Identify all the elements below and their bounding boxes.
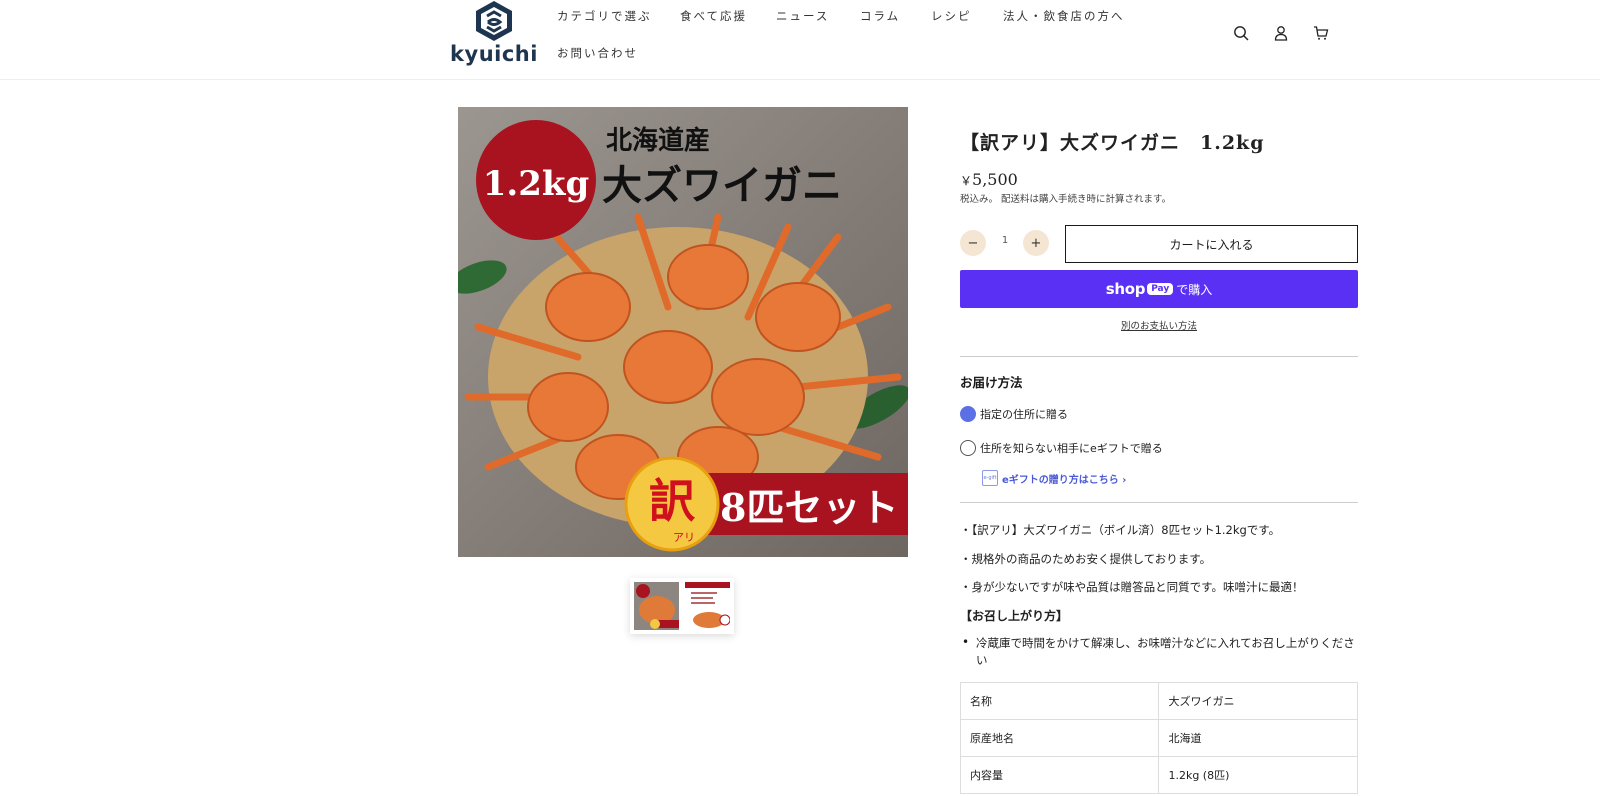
delivery-option-label: 住所を知らない相手にeギフトで贈る [980, 442, 1163, 455]
tax-note: 税込み。 配送料は購入手続き時に計算されます。 [960, 194, 1172, 205]
spec-value: 大ズワイガニ [1158, 682, 1358, 720]
spec-table: 名称 大ズワイガニ 原産地名 北海道 内容量 1.2kg (8匹) [959, 682, 1358, 794]
headline-text: 大ズワイガニ [602, 162, 842, 209]
header-actions [1230, 22, 1332, 44]
quantity-decrease-button[interactable]: − [960, 230, 986, 256]
product-price: ￥5,500 [960, 170, 1018, 189]
serving-text: 冷蔵庫で時間をかけて解凍し、お味噌汁などに入れてお召し上がりください [976, 636, 1355, 667]
search-icon[interactable] [1230, 22, 1252, 44]
account-icon[interactable] [1270, 22, 1292, 44]
quantity-increase-button[interactable]: + [1023, 230, 1049, 256]
shoppay-buy-text: で購入 [1176, 282, 1213, 297]
spec-label: 名称 [959, 682, 1160, 720]
description-line: ・身が少ないですが味や品質は贈答品と同質です。味噌汁に最適！ [960, 580, 1304, 594]
wake-char-text: 訳 [649, 474, 696, 528]
spec-value: 北海道 [1158, 719, 1358, 757]
weight-badge-text: 1.2kg [483, 164, 589, 204]
thumbnail-1[interactable] [634, 582, 679, 630]
cart-icon[interactable] [1310, 22, 1332, 44]
price-value: 5,500 [972, 170, 1018, 189]
radio-unchecked[interactable] [960, 440, 976, 456]
table-row: 原産地名 北海道 [959, 719, 1358, 757]
shoppay-button[interactable]: shop Pay で購入 [960, 270, 1358, 308]
divider [960, 502, 1358, 503]
delivery-title: お届け方法 [960, 375, 1023, 390]
divider [960, 356, 1358, 357]
nav-recipe[interactable]: レシピ [931, 8, 972, 24]
egift-icon: e-gift [982, 470, 998, 486]
nav-column[interactable]: コラム [860, 8, 900, 24]
table-row: 名称 大ズワイガニ [959, 682, 1358, 720]
egift-link-text: eギフトの贈り方はこちら › [1002, 474, 1127, 486]
other-payment-link[interactable]: 別のお支払い方法 [960, 318, 1358, 332]
nav-contact[interactable]: お問い合わせ [557, 45, 638, 61]
thumbnail-strip [630, 578, 734, 634]
radio-checked[interactable] [960, 406, 976, 422]
nav-business[interactable]: 法人・飲食店の方へ [1003, 8, 1125, 24]
bullet-icon: • [962, 635, 970, 649]
spec-label: 原産地名 [959, 719, 1160, 757]
nav-category[interactable]: カテゴリで選ぶ [557, 8, 652, 24]
currency-symbol: ￥ [960, 174, 973, 188]
delivery-option-egift[interactable]: 住所を知らない相手にeギフトで贈る [960, 440, 1163, 456]
delivery-option-label: 指定の住所に贈る [980, 408, 1068, 421]
thumbnail-2[interactable] [685, 582, 730, 630]
add-to-cart-button[interactable]: カートに入れる [1065, 225, 1358, 263]
description-line: ・規格外の商品のためお安く提供しております。 [960, 552, 1212, 566]
product-main-image[interactable]: 1.2kg 北海道産 大ズワイガニ 訳 アリ 8匹セット [458, 107, 908, 557]
table-row: 内容量 1.2kg (8匹) [959, 756, 1358, 794]
crab-photo: 1.2kg 北海道産 大ズワイガニ 訳 アリ 8匹セット [458, 107, 908, 557]
site-header: kyuichi カテゴリで選ぶ 食べて応援 ニュース コラム レシピ 法人・飲食… [0, 0, 1600, 80]
product-title: 【訳アリ】大ズワイガニ 1.2kg [960, 132, 1265, 154]
egift-guide-link[interactable]: e-gift eギフトの贈り方はこちら › [982, 470, 1126, 486]
origin-text: 北海道産 [606, 125, 710, 156]
serving-bullet: • 冷蔵庫で時間をかけて解凍し、お味噌汁などに入れてお召し上がりください [960, 635, 1358, 669]
nav-news[interactable]: ニュース [776, 8, 829, 24]
delivery-option-address[interactable]: 指定の住所に贈る [960, 406, 1068, 422]
spec-label: 内容量 [959, 756, 1160, 794]
spec-value: 1.2kg (8匹) [1158, 756, 1358, 794]
shoppay-pay-badge: Pay [1147, 283, 1174, 295]
quantity-input[interactable]: 1 [996, 235, 1014, 246]
logo-text: kyuichi [450, 42, 538, 66]
description-line: ・【訳アリ】大ズワイガニ（ボイル済）8匹セット1.2kgです。 [960, 523, 1281, 537]
serving-heading: 【お召し上がり方】 [960, 609, 1069, 623]
nav-support[interactable]: 食べて応援 [680, 8, 747, 24]
set-label-text: 8匹セット [720, 485, 898, 530]
shoppay-shop-text: shop [1105, 280, 1146, 298]
logo[interactable]: kyuichi [450, 0, 537, 72]
wake-sub-text: アリ [673, 531, 695, 544]
logo-mark-icon [476, 1, 512, 41]
